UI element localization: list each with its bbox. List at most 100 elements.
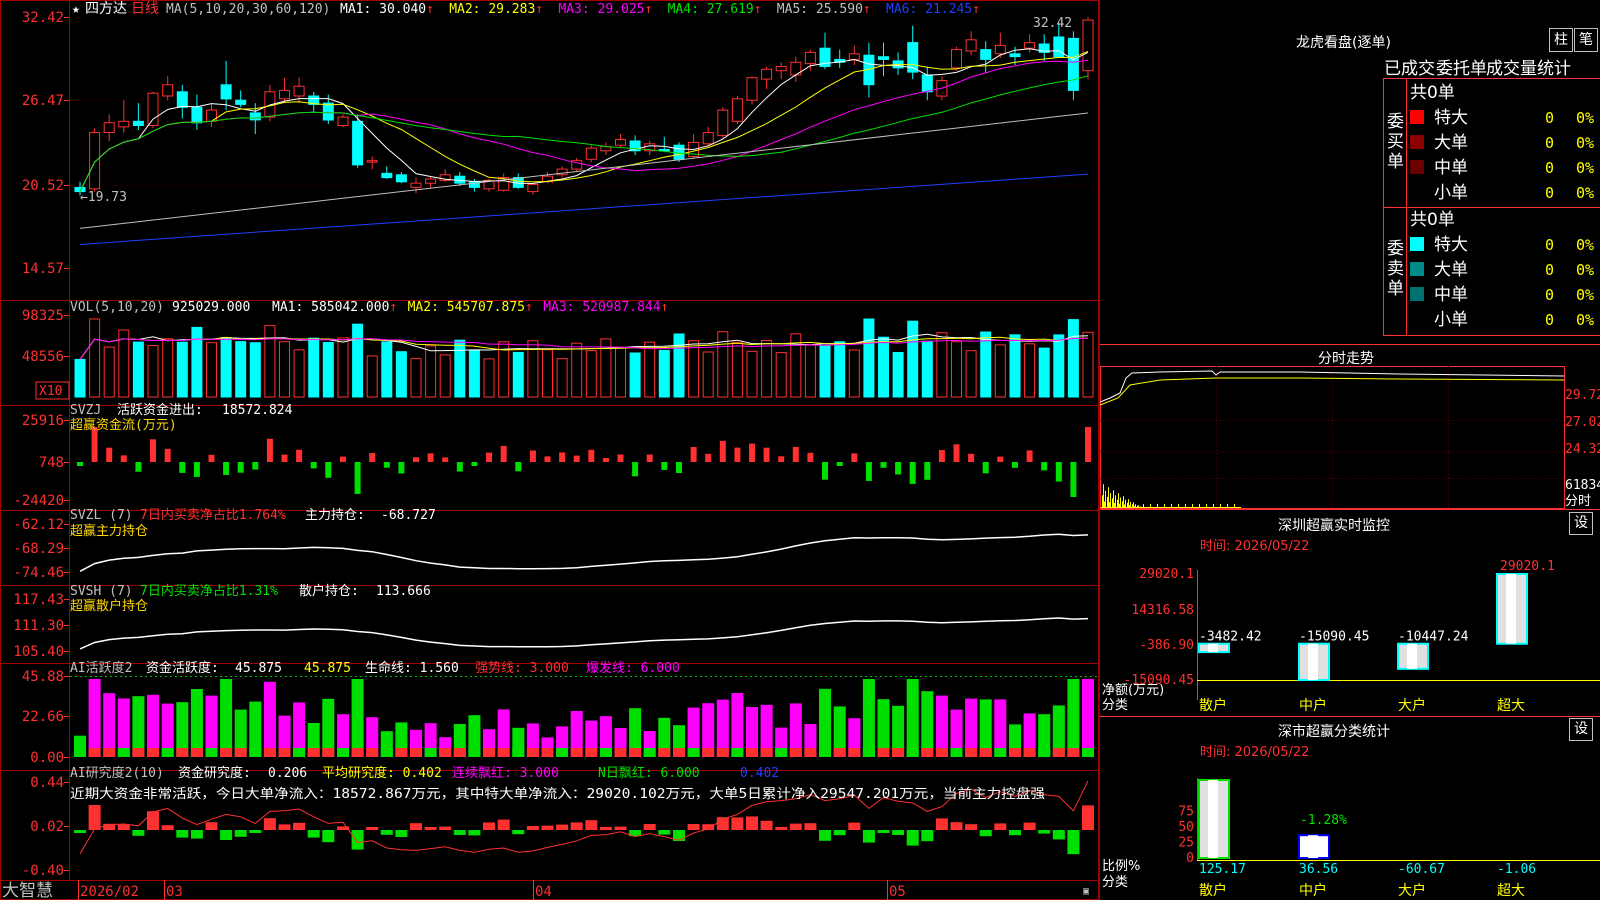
candle[interactable] (118, 100, 130, 133)
candle[interactable] (761, 66, 773, 90)
candle[interactable] (571, 157, 583, 172)
candle[interactable] (1082, 17, 1094, 80)
classify-bar[interactable]: 125.17 散户 (1198, 779, 1246, 899)
research-bar (249, 830, 262, 833)
candle[interactable] (176, 84, 188, 119)
research-bar (994, 823, 1007, 830)
candle[interactable] (527, 183, 539, 195)
svzj-label: 活跃资金进出: (117, 402, 203, 418)
candle[interactable] (965, 31, 977, 56)
candle[interactable] (147, 91, 159, 129)
activity-base (497, 748, 510, 757)
svzj-name: SVZJ (70, 403, 101, 418)
monitor-bar[interactable]: 超大 (1496, 573, 1528, 714)
candle[interactable] (907, 25, 919, 80)
classify-bar[interactable]: -60.67 大户 (1398, 862, 1445, 899)
candle[interactable] (235, 90, 247, 108)
activity-base (760, 748, 773, 757)
activity-base (833, 748, 846, 757)
svzl-pane[interactable]: SVZL (7) 7日内买卖净占比1.764% 主力持仓: -68.727 超赢… (70, 507, 1089, 572)
activity-bar (1067, 679, 1080, 757)
ma-legend-item: MA3: 29.025↑ (558, 2, 652, 17)
candle[interactable] (644, 141, 656, 156)
activity-base (585, 748, 598, 757)
date-axis: 2026/02 03 04 05 (78, 880, 906, 900)
candle[interactable] (1038, 34, 1050, 61)
candle[interactable] (337, 114, 349, 127)
candle[interactable] (279, 77, 290, 102)
candle[interactable] (498, 173, 510, 192)
ai1-header: AI活跃度2 (70, 660, 132, 676)
activity-base (147, 748, 159, 757)
candle[interactable] (132, 103, 144, 130)
activity-base (556, 748, 569, 757)
candle[interactable] (731, 96, 743, 125)
candle[interactable] (425, 176, 437, 189)
candle[interactable] (381, 166, 393, 179)
classify-y-tick: 0 (1186, 851, 1194, 866)
fund-flow-bar (1085, 427, 1091, 462)
candle[interactable] (658, 136, 670, 153)
volume-bar (892, 352, 904, 398)
fund-flow-bar (807, 452, 814, 462)
candle[interactable] (600, 142, 612, 156)
candle[interactable] (848, 45, 860, 66)
ai-research-pane[interactable]: AI研究度2(10) 资金研究度: 0.206 平均研究度: 0.402 连续飘… (70, 765, 1094, 855)
monitor-bar[interactable]: -3482.42 散户 (1198, 630, 1262, 714)
candle[interactable] (615, 134, 626, 149)
candle[interactable] (629, 135, 641, 156)
candle[interactable] (921, 66, 933, 101)
classify-bar[interactable]: 36.56 中户 (1298, 834, 1338, 899)
monitor-bar[interactable]: -10447.24 大户 (1397, 630, 1469, 714)
candle[interactable] (220, 60, 232, 111)
activity-base (570, 748, 583, 757)
monitor-y-tick: 29020.1 (1139, 567, 1194, 582)
lock-icon[interactable]: ▣ (1083, 886, 1089, 897)
volume-bar (1024, 343, 1036, 398)
row-label: 中单 (1434, 285, 1468, 305)
candle[interactable] (308, 91, 320, 113)
monitor-bar[interactable]: -15090.45 中户 (1298, 630, 1369, 714)
candle[interactable] (206, 103, 217, 127)
activity-base (965, 748, 978, 757)
candle[interactable] (162, 76, 174, 101)
fund-flow-bar (223, 462, 230, 475)
candle[interactable] (395, 172, 407, 184)
volume-bar (366, 355, 378, 398)
row-count: 0 (1545, 261, 1554, 279)
candle[interactable] (717, 107, 729, 139)
y-tick: -68.29 (13, 541, 64, 557)
candle[interactable] (1067, 31, 1079, 101)
research-bar (877, 830, 890, 833)
candle[interactable] (89, 128, 101, 192)
candle[interactable] (556, 166, 568, 178)
ai-activity-pane[interactable]: AI活跃度2 资金活跃度: 45.875 45.875 生命线: 1.560 强… (70, 660, 1098, 757)
candle[interactable] (892, 52, 904, 75)
activity-base (673, 748, 685, 757)
candle[interactable] (878, 42, 889, 77)
candle[interactable] (951, 46, 962, 71)
candle[interactable] (585, 145, 597, 163)
activity-base (789, 748, 802, 757)
volume-bar (264, 325, 276, 398)
star-icon: ★ (72, 2, 80, 17)
svsh-pane[interactable]: SVSH (7) 7日内买卖净占比1.31% 散户持仓: 113.666 超赢散… (70, 583, 1089, 650)
monitor-settings-button[interactable]: 设 (1569, 512, 1593, 535)
candle[interactable] (746, 76, 758, 105)
activity-base (1038, 748, 1051, 757)
candle[interactable] (980, 41, 992, 74)
svzj-pane[interactable]: SVZJ 活跃资金进出: 18572.824 超赢资金流(万元) (70, 402, 1091, 497)
candle[interactable] (191, 94, 203, 130)
classify-settings-button[interactable]: 设 (1569, 718, 1593, 741)
kline-pane[interactable]: ★ 四方达 日线 MA(5,10,20,30,60,120) MA1: 30.0… (70, 1, 1098, 245)
candle[interactable] (834, 49, 846, 68)
candle[interactable] (366, 156, 378, 170)
candle[interactable] (103, 114, 115, 141)
activity-base (716, 748, 729, 757)
candle[interactable] (790, 56, 802, 82)
candle[interactable] (454, 172, 466, 186)
volume-pane[interactable]: VOL(5,10,20) 925029.000 MA1: 585042.000↑… (35, 300, 1094, 400)
classify-bar[interactable]: -1.06 超大 (1497, 862, 1536, 899)
fund-flow-bar (296, 449, 303, 462)
candle[interactable] (775, 62, 787, 80)
